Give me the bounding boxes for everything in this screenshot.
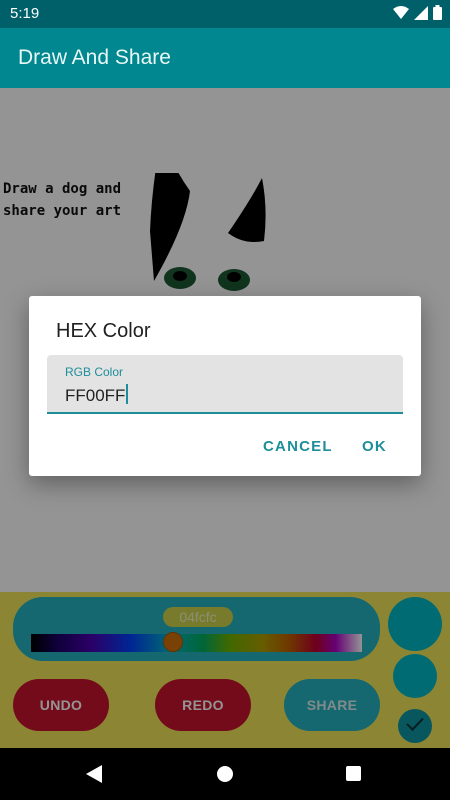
home-icon[interactable] bbox=[217, 766, 233, 782]
rgb-color-label: RGB Color bbox=[65, 365, 124, 379]
rgb-color-field[interactable]: FF00FF bbox=[65, 384, 129, 406]
app-bar: Draw And Share bbox=[0, 28, 450, 88]
recents-icon[interactable] bbox=[346, 766, 361, 781]
back-icon[interactable] bbox=[86, 765, 102, 788]
cancel-button[interactable]: CANCEL bbox=[263, 438, 333, 455]
text-caret bbox=[126, 384, 129, 404]
status-icons bbox=[393, 5, 442, 25]
hex-color-dialog: HEX Color RGB Color FF00FF CANCEL OK bbox=[29, 296, 421, 476]
rgb-color-value: FF00FF bbox=[65, 386, 126, 405]
dialog-title: HEX Color bbox=[56, 320, 151, 342]
rgb-color-input[interactable]: RGB Color FF00FF bbox=[47, 355, 403, 414]
battery-icon bbox=[433, 5, 442, 25]
wifi-icon bbox=[393, 5, 409, 25]
ok-button[interactable]: OK bbox=[362, 438, 387, 455]
signal-icon bbox=[414, 5, 428, 25]
navigation-bar bbox=[0, 748, 450, 800]
app-title: Draw And Share bbox=[18, 46, 171, 69]
status-bar: 5:19 bbox=[0, 0, 450, 28]
status-time: 5:19 bbox=[10, 5, 40, 22]
